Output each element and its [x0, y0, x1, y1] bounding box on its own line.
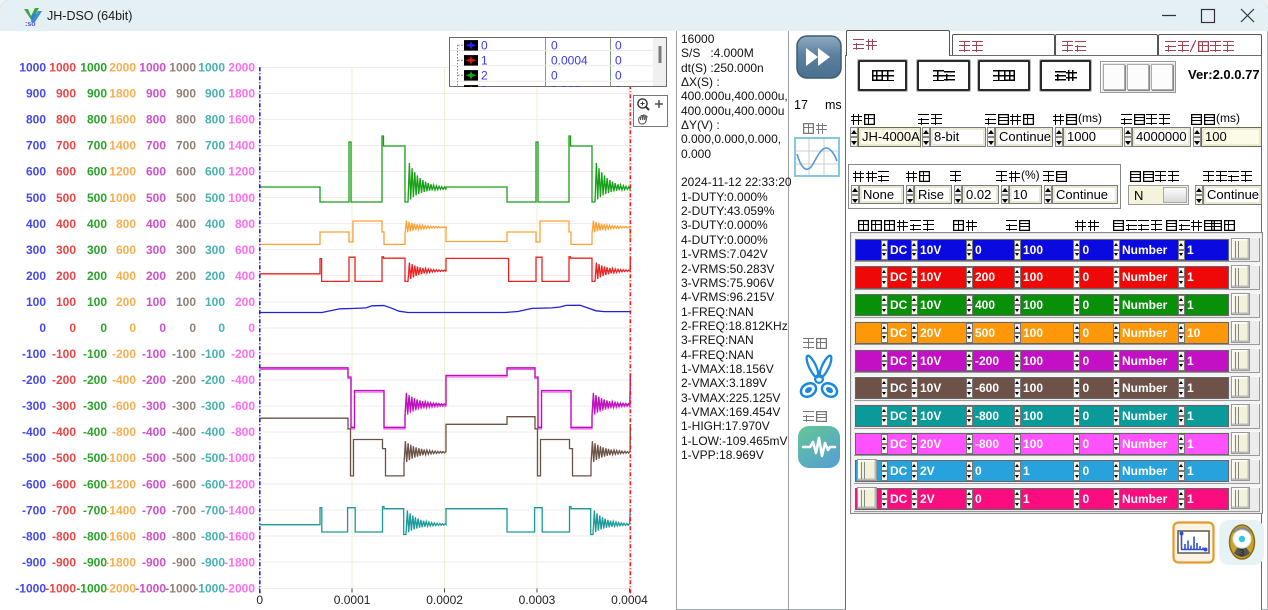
svg-text:0: 0	[615, 69, 622, 83]
svg-text:0.0004: 0.0004	[551, 54, 588, 68]
svg-text:0: 0	[551, 39, 558, 53]
svg-text:0: 0	[615, 39, 622, 53]
svg-text:0: 0	[615, 84, 622, 88]
svg-text:0: 0	[481, 39, 488, 53]
svg-text:0: 0	[615, 54, 622, 68]
svg-text:1: 1	[481, 54, 488, 68]
svg-text:3: 3	[1239, 548, 1245, 559]
svg-text:3: 3	[481, 84, 488, 88]
svg-text::so: :so	[25, 21, 36, 28]
svg-text:0: 0	[551, 69, 558, 83]
svg-text:0.000: 0.000	[551, 84, 581, 88]
svg-text:2: 2	[481, 69, 488, 83]
